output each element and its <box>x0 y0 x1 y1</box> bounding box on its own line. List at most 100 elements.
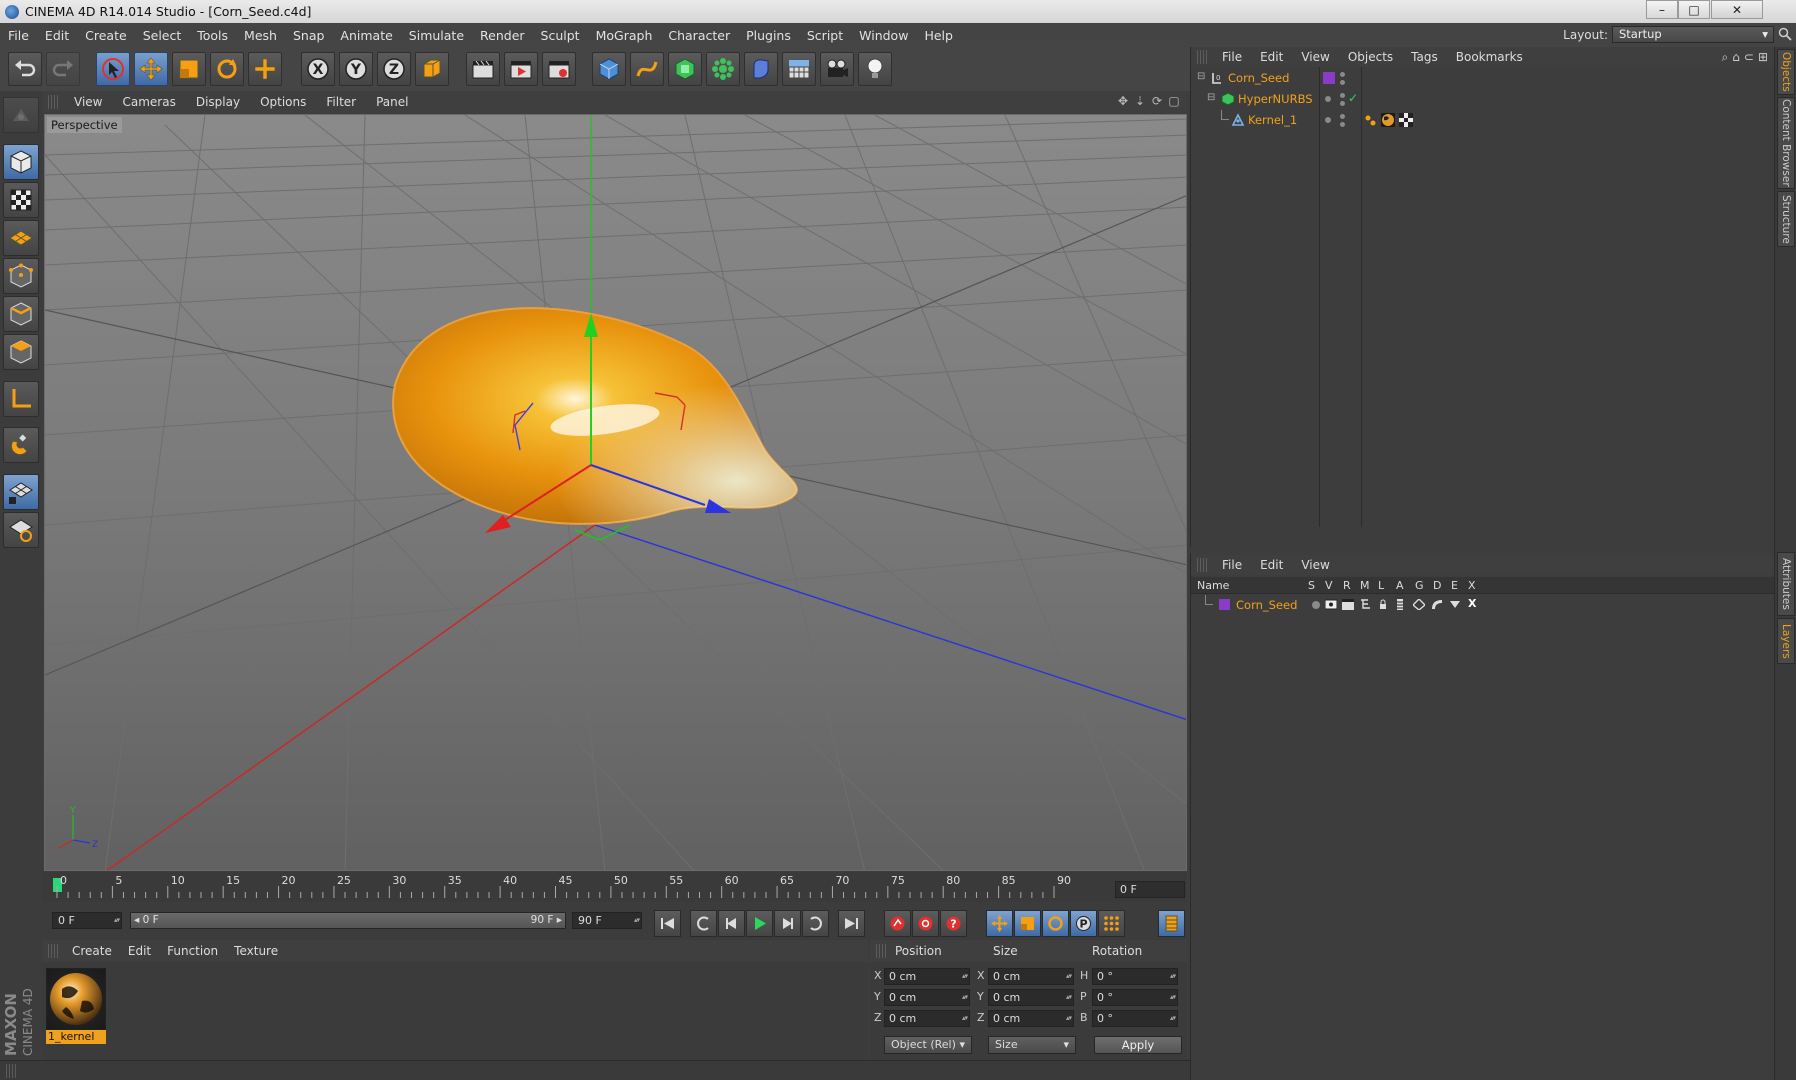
enabled-checkmark-icon[interactable]: ✓ <box>1348 91 1358 105</box>
menu-window[interactable]: Window <box>851 28 916 43</box>
new-window-icon[interactable]: ⊞ <box>1758 50 1768 65</box>
autokeying-button[interactable] <box>912 910 939 937</box>
object-name[interactable]: HyperNURBS <box>1238 92 1313 106</box>
record-scale-toggle[interactable] <box>1014 910 1041 937</box>
object-row-hypernurbs[interactable]: ⊟ HyperNURBS ✓ <box>1191 89 1775 110</box>
add-floor-button[interactable] <box>782 52 816 86</box>
orbit-view-icon[interactable]: ⟳ <box>1150 94 1164 108</box>
axis-mode-button[interactable] <box>3 381 39 417</box>
column-manager[interactable]: M <box>1360 579 1370 592</box>
object-row-kernel-1[interactable]: Kernel_1 <box>1191 110 1775 131</box>
layer-row-corn-seed[interactable]: Corn_Seed X <box>1191 595 1775 615</box>
solo-toggle[interactable] <box>1312 601 1320 609</box>
menu-edit[interactable]: Edit <box>37 28 77 43</box>
next-key-button[interactable] <box>802 910 829 937</box>
rotation-b-field[interactable]: 0 ° <box>1092 1010 1178 1027</box>
column-solo[interactable]: S <box>1308 579 1315 592</box>
xref-x-icon[interactable]: X <box>1468 597 1476 610</box>
objects-menu-view[interactable]: View <box>1292 50 1338 64</box>
texture-mode-button[interactable] <box>3 182 39 218</box>
panel-grip[interactable] <box>876 944 888 958</box>
y-axis-lock[interactable]: Y <box>339 52 373 86</box>
column-xref[interactable]: X <box>1468 579 1476 592</box>
tab-structure[interactable]: Structure <box>1777 191 1795 247</box>
material-menu-edit[interactable]: Edit <box>120 944 159 958</box>
perspective-viewport[interactable]: Y Z Perspective <box>44 114 1187 871</box>
viewport-menu-view[interactable]: View <box>64 95 112 109</box>
editor-visibility-dot[interactable] <box>1340 93 1345 98</box>
column-visible[interactable]: V <box>1325 579 1333 592</box>
undo-button[interactable] <box>8 52 42 86</box>
home-icon[interactable]: ⌂ <box>1732 50 1740 65</box>
objects-menu-objects[interactable]: Objects <box>1339 50 1402 64</box>
maximize-view-icon[interactable]: ▢ <box>1167 94 1181 108</box>
scale-tool[interactable] <box>172 52 206 86</box>
recent-tools-button[interactable] <box>248 52 282 86</box>
rotate-tool[interactable] <box>210 52 244 86</box>
z-axis-lock[interactable]: Z <box>377 52 411 86</box>
record-parameter-toggle[interactable]: P <box>1070 910 1097 937</box>
objects-menu-tags[interactable]: Tags <box>1402 50 1447 64</box>
menu-help[interactable]: Help <box>916 28 961 43</box>
size-y-field[interactable]: 0 cm <box>988 989 1074 1006</box>
add-spline-button[interactable] <box>630 52 664 86</box>
live-selection-tool[interactable] <box>96 52 130 86</box>
model-mode-button[interactable] <box>3 144 39 180</box>
x-axis-lock[interactable]: X <box>301 52 335 86</box>
position-y-field[interactable]: 0 cm <box>884 989 970 1006</box>
collapse-toggle[interactable]: ⊟ <box>1197 71 1205 82</box>
search-icon[interactable]: ⌕ <box>1722 50 1729 65</box>
menu-snap[interactable]: Snap <box>285 28 332 43</box>
maximize-button[interactable]: □ <box>1678 0 1710 19</box>
previous-frame-button[interactable] <box>718 910 745 937</box>
menu-render[interactable]: Render <box>472 28 533 43</box>
panel-grip[interactable] <box>6 1064 18 1078</box>
frame-range-slider[interactable]: ◂ 0 F 90 F ▸ <box>130 912 566 929</box>
editor-visibility-dot[interactable] <box>1340 72 1345 77</box>
column-expressions[interactable]: E <box>1451 579 1458 592</box>
add-camera-button[interactable] <box>820 52 854 86</box>
viewport-menu-filter[interactable]: Filter <box>316 95 366 109</box>
layer-dot[interactable] <box>1325 96 1331 102</box>
pan-view-icon[interactable]: ✥ <box>1116 94 1130 108</box>
menu-simulate[interactable]: Simulate <box>401 28 472 43</box>
next-frame-button[interactable] <box>774 910 801 937</box>
menu-create[interactable]: Create <box>77 28 135 43</box>
viewport-menu-cameras[interactable]: Cameras <box>112 95 185 109</box>
move-tool[interactable] <box>134 52 168 86</box>
panel-grip[interactable] <box>48 944 60 958</box>
record-point-level-toggle[interactable] <box>1098 910 1125 937</box>
size-x-field[interactable]: 0 cm <box>988 968 1074 985</box>
coordinate-system-button[interactable] <box>415 52 449 86</box>
manager-tree-icon[interactable] <box>1360 599 1372 610</box>
editor-visibility-dot[interactable] <box>1340 114 1345 119</box>
go-to-end-button[interactable] <box>838 910 865 937</box>
snap-button[interactable] <box>3 427 39 463</box>
animation-film-icon[interactable] <box>1395 599 1405 610</box>
layers-menu-view[interactable]: View <box>1292 558 1338 572</box>
timeline-ruler[interactable]: 0 5 10 15 20 25 30 35 40 45 50 55 60 65 70 75 80 85 90 0 F <box>42 872 1187 902</box>
add-deformer-button[interactable] <box>744 52 778 86</box>
material-menu-texture[interactable]: Texture <box>226 944 286 958</box>
add-cube-button[interactable] <box>592 52 626 86</box>
column-animation[interactable]: A <box>1396 579 1404 592</box>
objects-menu-bookmarks[interactable]: Bookmarks <box>1447 50 1532 64</box>
tab-content-browser[interactable]: Content Browser <box>1777 97 1795 189</box>
record-keys-button[interactable] <box>884 910 911 937</box>
layers-menu-file[interactable]: File <box>1213 558 1251 572</box>
render-visibility-dot[interactable] <box>1340 101 1345 106</box>
keyframe-selection-button[interactable]: ? <box>940 910 967 937</box>
play-forward-button[interactable] <box>746 910 773 937</box>
search-icon[interactable] <box>1778 27 1792 41</box>
viewport-camera-label[interactable]: Perspective <box>47 117 122 133</box>
menu-select[interactable]: Select <box>135 28 190 43</box>
polygons-mode-button[interactable] <box>3 334 39 370</box>
add-nurbs-button[interactable] <box>668 52 702 86</box>
menu-character[interactable]: Character <box>660 28 738 43</box>
lock-icon[interactable] <box>1378 599 1388 610</box>
menu-plugins[interactable]: Plugins <box>738 28 799 43</box>
layers-menu-edit[interactable]: Edit <box>1251 558 1292 572</box>
deformers-icon[interactable] <box>1431 599 1443 610</box>
render-clapper-icon[interactable] <box>1342 599 1354 610</box>
object-name[interactable]: Corn_Seed <box>1228 71 1289 85</box>
